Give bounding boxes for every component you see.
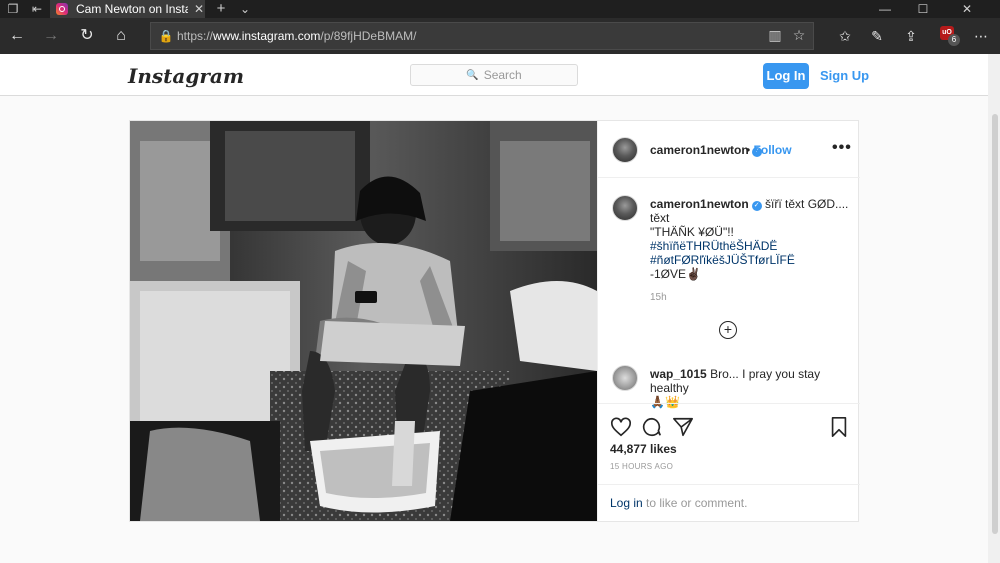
search-placeholder: Search: [483, 68, 522, 82]
page-scrollbar[interactable]: [988, 54, 1000, 563]
login-to-comment: Log in to like or comment.: [598, 484, 860, 522]
reading-view-icon[interactable]: ▥: [765, 27, 785, 44]
browser-tab-bar: ❐ ⇤ Cam Newton on Instagr ✕ + ⌄ — ☐ ✕: [0, 0, 1000, 18]
more-options-icon[interactable]: •••: [832, 139, 852, 157]
post-header: cameron1newton ✓ • Follow •••: [598, 121, 860, 178]
home-icon[interactable]: ⌂: [110, 25, 132, 47]
login-link[interactable]: Log in: [610, 496, 643, 510]
avatar[interactable]: [612, 365, 638, 391]
tab-actions-icon[interactable]: ❐: [2, 0, 24, 18]
search-input[interactable]: 🔍 Search: [410, 64, 578, 86]
caption-line: těxt: [650, 211, 670, 225]
favorite-star-icon[interactable]: ☆: [789, 27, 809, 44]
tab-close-icon[interactable]: ✕: [194, 2, 204, 16]
scrollbar-thumb[interactable]: [992, 114, 998, 534]
new-tab-icon[interactable]: +: [210, 0, 232, 18]
minimize-icon[interactable]: —: [868, 0, 902, 18]
forward-arrow-icon[interactable]: →: [40, 25, 62, 47]
maximize-icon[interactable]: ☐: [906, 0, 940, 18]
instagram-logo[interactable]: Instagram: [128, 64, 244, 88]
follow-button[interactable]: • Follow: [746, 143, 792, 157]
address-bar[interactable]: 🔒 https://www.instagram.com/p/89fjHDeBMA…: [150, 22, 814, 50]
avatar[interactable]: [612, 137, 638, 163]
post-photo-image: [130, 121, 597, 521]
hashtag-link[interactable]: #ñøtFØRľïkëšJÜŠTførLÏFË: [650, 253, 850, 267]
share-paper-plane-icon[interactable]: [672, 416, 694, 438]
share-icon[interactable]: ⇪: [900, 25, 922, 47]
post-actions: 44,877 likes 15 HOURS AGO Log in to like…: [598, 403, 860, 521]
refresh-icon[interactable]: ↻: [76, 25, 98, 47]
login-suffix: to like or comment.: [646, 496, 748, 510]
post-card: cameron1newton ✓ • Follow ••• cameron1new…: [129, 120, 860, 522]
signup-link[interactable]: Sign Up: [820, 68, 869, 83]
login-button[interactable]: Log In: [763, 63, 809, 89]
browser-nav-bar: ← → ↻ ⌂ 🔒 https://www.instagram.com/p/89…: [0, 18, 1000, 54]
caption-text: cameron1newton ✓ šïřï těxt GØD.... těxt "…: [650, 197, 850, 281]
post-time-ago: 15 HOURS AGO: [610, 462, 674, 471]
post-photo[interactable]: [130, 121, 597, 521]
post-sidebar: cameron1newton ✓ • Follow ••• cameron1new…: [597, 121, 860, 521]
caption-line: "THÄÑK ¥ØÜ"!!: [650, 225, 734, 239]
window-close-icon[interactable]: ✕: [950, 0, 984, 18]
set-aside-tabs-icon[interactable]: ⇤: [26, 0, 48, 18]
heart-icon[interactable]: [610, 416, 632, 438]
hashtag-link[interactable]: #šhïñëTHRÜthëŠHÄDË: [650, 239, 850, 253]
verified-badge-icon: ✓: [751, 201, 762, 211]
load-more-comments-icon[interactable]: +: [719, 321, 737, 339]
caption-line: šïřï těxt GØD....: [765, 197, 849, 211]
bookmark-icon[interactable]: [828, 416, 850, 438]
tab-title: Cam Newton on Instagr: [76, 2, 188, 16]
comment-bubble-icon[interactable]: [641, 416, 663, 438]
tab-list-chevron-icon[interactable]: ⌄: [234, 0, 256, 18]
search-icon: 🔍: [466, 69, 479, 81]
caption-timestamp: 15h: [650, 292, 667, 303]
lock-icon: 🔒: [158, 29, 174, 43]
back-arrow-icon[interactable]: ←: [6, 25, 28, 47]
post-username[interactable]: cameron1newton ✓: [650, 143, 762, 157]
favorites-hub-icon[interactable]: ✩: [834, 25, 856, 47]
extension-badge-count: 6: [948, 34, 960, 46]
comment-username[interactable]: wap_1015: [650, 367, 707, 381]
tab-instagram[interactable]: Cam Newton on Instagr ✕: [50, 0, 205, 18]
caption-line: -1ØVE✌🏿: [650, 267, 701, 281]
avatar[interactable]: [612, 195, 638, 221]
likes-count[interactable]: 44,877 likes: [610, 442, 677, 456]
instagram-favicon-icon: [56, 3, 68, 15]
ublock-extension-icon[interactable]: uO 6: [940, 26, 960, 46]
web-notes-pen-icon[interactable]: ✎: [866, 25, 888, 47]
url-text: https://www.instagram.com/p/89fjHDeBMAM/: [177, 29, 417, 43]
settings-more-icon[interactable]: ⋯: [970, 25, 992, 47]
caption-username[interactable]: cameron1newton: [650, 197, 749, 211]
